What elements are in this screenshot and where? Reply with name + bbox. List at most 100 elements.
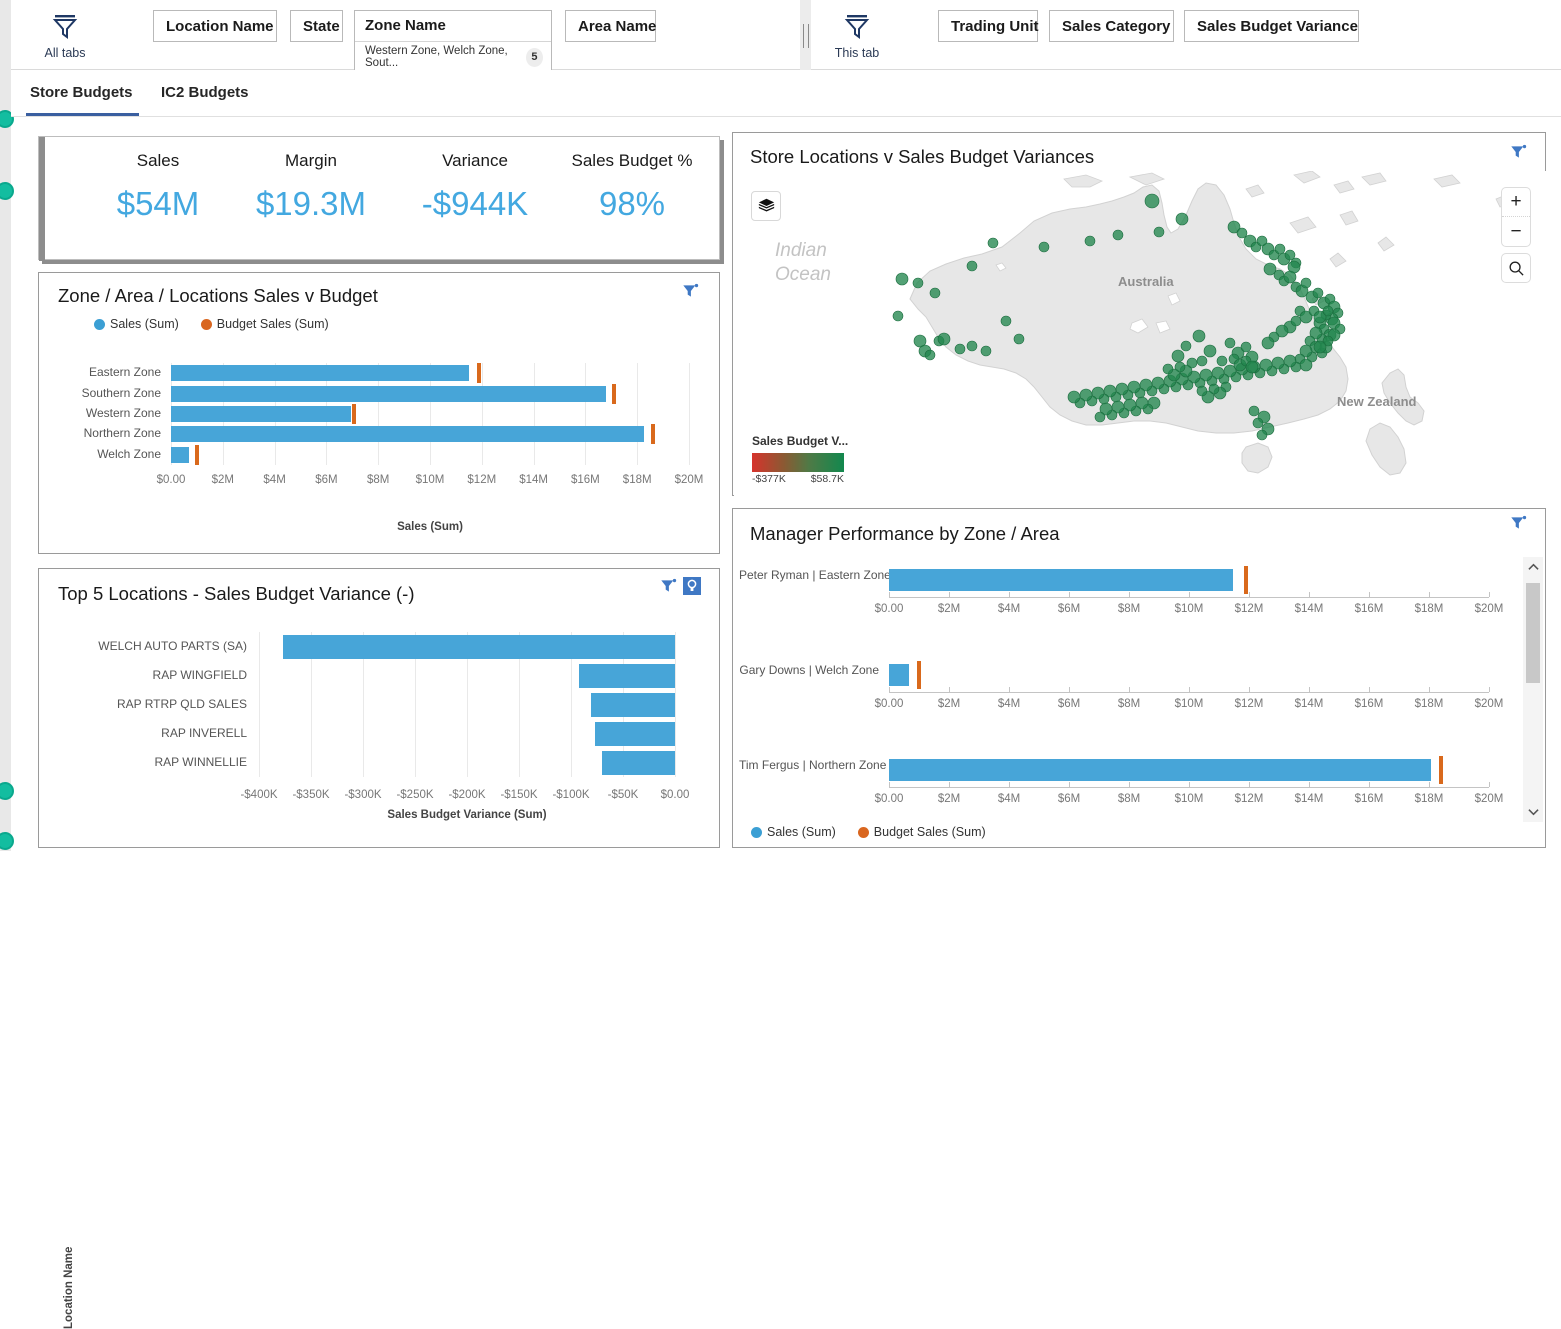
top5-variance-bar[interactable] [283,635,675,659]
map-store-marker[interactable] [1253,418,1263,428]
map-zoom-in-button[interactable]: + [1502,188,1530,217]
scroll-up-chevron-icon[interactable] [1523,557,1543,577]
map-store-marker[interactable] [1237,228,1247,238]
manager-budget-marker[interactable] [917,661,921,689]
rail-indicator-dot[interactable] [0,782,14,800]
map-store-marker[interactable] [930,288,940,298]
insight-lightbulb-icon[interactable] [683,577,701,595]
map-search-button[interactable] [1501,253,1531,283]
map-store-marker[interactable] [893,311,903,321]
zone-sales-bar[interactable] [171,447,189,463]
map-store-marker[interactable] [1172,350,1184,362]
kpi-sales-budget-pct[interactable]: Sales Budget % 98% [557,151,707,223]
top5-variance-bar[interactable] [579,664,675,688]
map-store-marker[interactable] [938,333,950,345]
tab-ic2-budgets[interactable]: IC2 Budgets [157,78,257,116]
scroll-down-chevron-icon[interactable] [1523,802,1543,822]
scrollbar-thumb[interactable] [1526,583,1540,683]
filter-sales-category[interactable]: Sales Category [1049,10,1174,42]
manager-sales-bar[interactable] [889,569,1233,591]
manager-row-plot[interactable]: $0.00$2M$4M$6M$8M$10M$12M$14M$16M$18M$20… [889,660,1489,694]
map-store-marker[interactable] [1014,334,1024,344]
map-store-marker[interactable] [1001,316,1011,326]
map-store-marker[interactable] [967,261,977,271]
zone-budget-marker[interactable] [352,404,356,424]
map-store-marker[interactable] [1154,227,1164,237]
map-canvas[interactable] [734,171,1546,496]
rail-indicator-dot[interactable] [0,832,14,850]
map-store-marker[interactable] [967,341,977,351]
funnel-filter-icon[interactable] [682,283,699,299]
manager-panel-scrollbar[interactable] [1523,557,1543,822]
filter-area-name[interactable]: Area Name [565,10,656,42]
filter-zone-name-value-row[interactable]: Western Zone, Welch Zone, Sout... 5 [355,42,551,73]
map-store-marker[interactable] [913,278,923,288]
zone-sales-bar[interactable] [171,365,469,381]
map-store-marker[interactable] [1039,242,1049,252]
map-store-marker[interactable] [981,346,991,356]
map-store-marker[interactable] [1163,364,1173,374]
funnel-filter-icon[interactable] [660,578,677,594]
zone-sales-bar[interactable] [171,406,351,422]
manager-row-plot[interactable]: $0.00$2M$4M$6M$8M$10M$12M$14M$16M$18M$20… [889,755,1489,789]
all-tabs-filter-button[interactable]: All tabs [29,12,101,60]
top5-chart-plot[interactable]: -$400K-$350K-$300K-$250K-$200K-$150K-$10… [259,632,675,777]
manager-row-plot[interactable]: $0.00$2M$4M$6M$8M$10M$12M$14M$16M$18M$20… [889,565,1489,599]
map-store-marker[interactable] [1241,342,1251,352]
map-store-marker[interactable] [1300,359,1312,371]
zone-sales-bar[interactable] [171,386,606,402]
map-store-marker[interactable] [1262,337,1274,349]
map-store-marker[interactable] [1313,288,1323,298]
filter-trading-unit[interactable]: Trading Unit [938,10,1038,42]
map-store-marker[interactable] [1314,341,1326,353]
manager-budget-marker[interactable] [1439,756,1443,784]
zone-sales-bar[interactable] [171,426,644,442]
map-store-marker[interactable] [1068,391,1080,403]
map-zoom-out-button[interactable]: − [1502,217,1530,246]
map-store-marker[interactable] [1145,194,1159,208]
top5-variance-bar[interactable] [602,751,675,775]
top5-variance-bar[interactable] [595,722,675,746]
kpi-sales[interactable]: Sales $54M [95,151,221,223]
zone-budget-marker[interactable] [612,384,616,404]
funnel-filter-icon[interactable] [1510,515,1527,531]
funnel-filter-icon[interactable] [1510,144,1527,160]
manager-sales-bar[interactable] [889,664,909,686]
map-store-marker[interactable] [1217,356,1227,366]
map-store-marker[interactable] [925,350,935,360]
map-store-marker[interactable] [1246,361,1258,373]
map-store-marker[interactable] [955,344,965,354]
filter-state[interactable]: State [290,10,343,42]
map-store-marker[interactable] [1193,330,1205,342]
map-store-marker[interactable] [1176,213,1188,225]
kpi-variance[interactable]: Variance -$944K [401,151,549,223]
map-store-marker[interactable] [1323,306,1333,316]
map-store-marker[interactable] [896,273,908,285]
zone-budget-marker[interactable] [195,445,199,465]
manager-sales-bar[interactable] [889,759,1431,781]
filter-zone-name[interactable]: Zone Name Western Zone, Welch Zone, Sout… [354,10,552,74]
map-store-marker[interactable] [1113,230,1123,240]
manager-budget-marker[interactable] [1244,566,1248,594]
top5-variance-bar[interactable] [591,693,675,717]
filter-sales-budget-variance[interactable]: Sales Budget Variance [1184,10,1359,42]
map-store-marker[interactable] [1284,271,1296,283]
zone-budget-marker[interactable] [477,363,481,383]
map-store-marker[interactable] [1181,341,1191,351]
map-store-marker[interactable] [1257,430,1267,440]
map-store-marker[interactable] [1301,278,1311,288]
map-store-marker[interactable] [1204,345,1216,357]
tab-store-budgets[interactable]: Store Budgets [26,78,139,116]
map-store-marker[interactable] [1225,338,1235,348]
map-layers-icon[interactable] [751,191,781,221]
map-store-marker[interactable] [1197,386,1207,396]
filter-location-name[interactable]: Location Name [153,10,277,42]
map-store-marker[interactable] [1291,316,1301,326]
map-store-marker[interactable] [1085,236,1095,246]
manager-chart-scroll-viewport[interactable]: Peter Ryman | Eastern Zone$0.00$2M$4M$6M… [734,555,1524,813]
zone-chart-plot[interactable]: $0.00$2M$4M$6M$8M$10M$12M$14M$16M$18M$20… [171,363,689,465]
rail-indicator-dot[interactable] [0,182,14,200]
map-store-marker[interactable] [1249,406,1259,416]
kpi-margin[interactable]: Margin $19.3M [229,151,393,223]
map-store-marker[interactable] [1275,244,1285,254]
